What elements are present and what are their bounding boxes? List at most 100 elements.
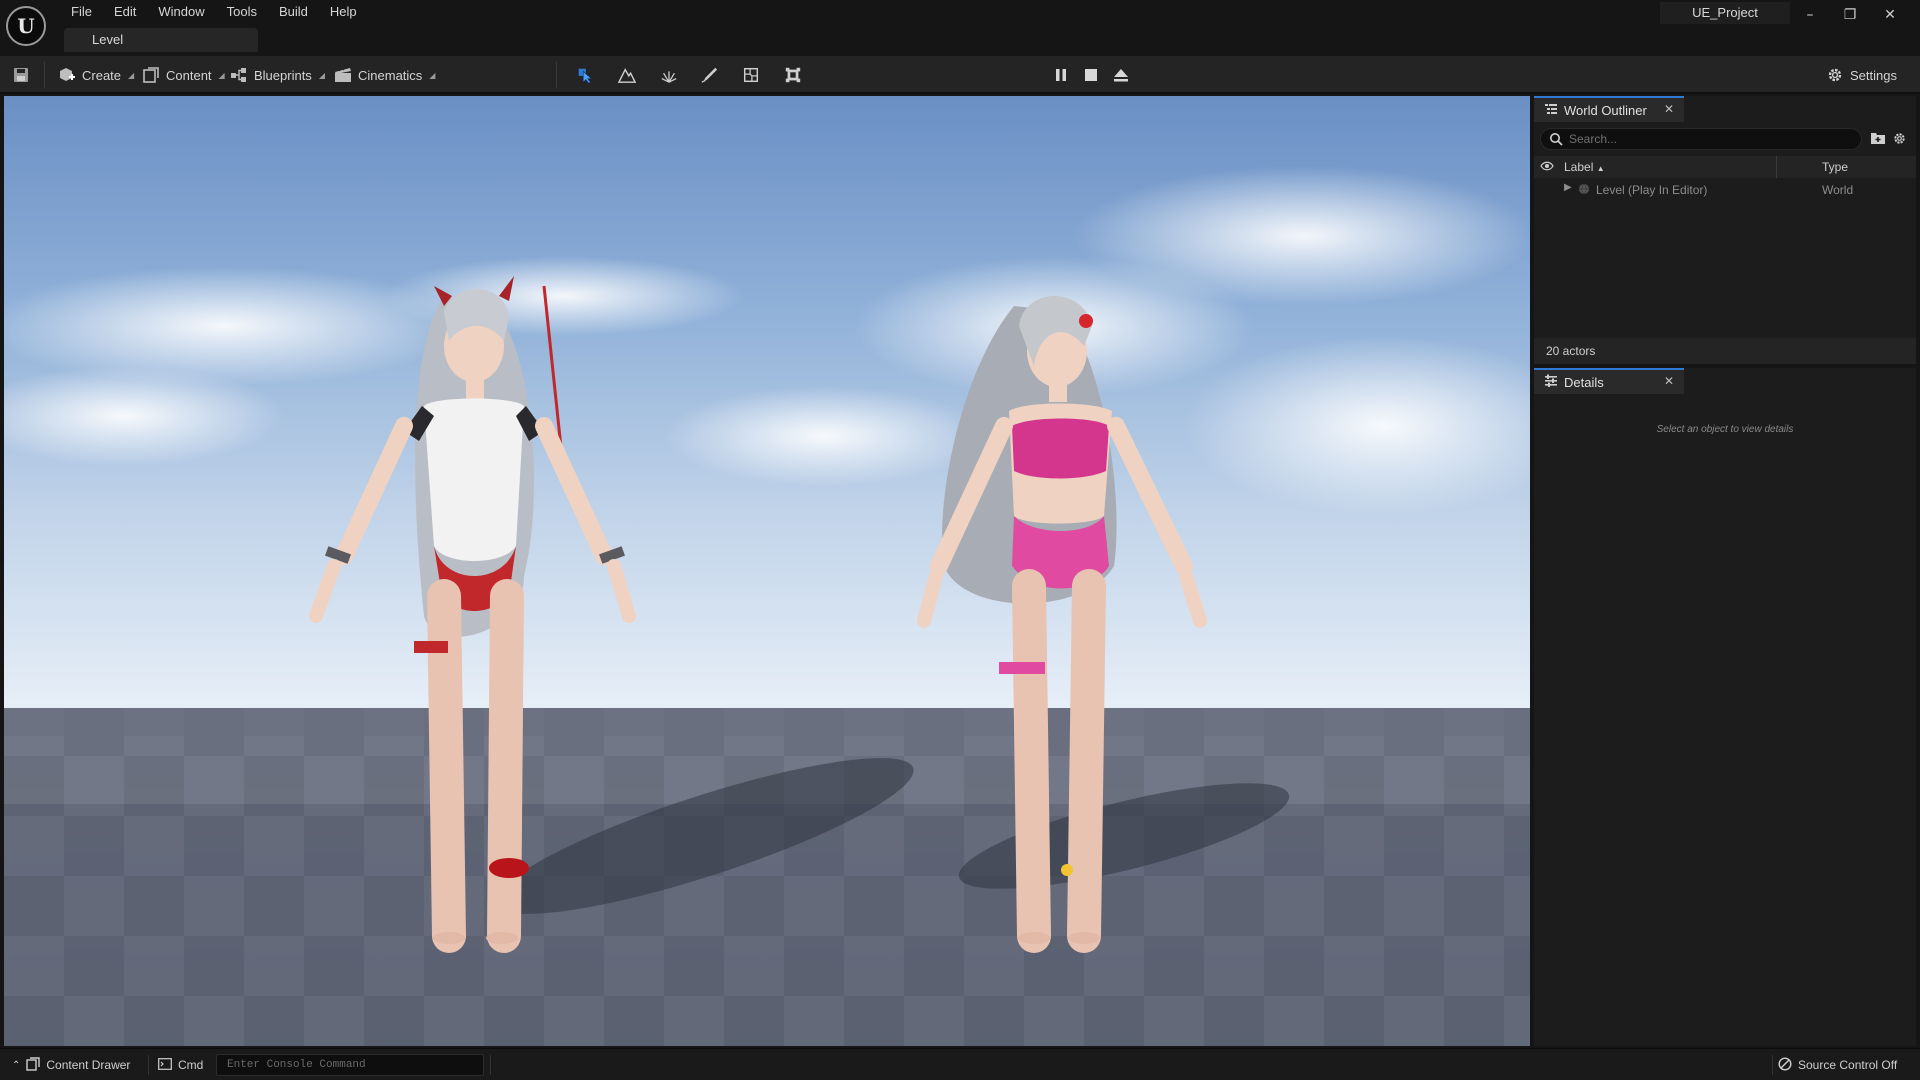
console-command-field[interactable] (216, 1054, 484, 1076)
modeling-mode-button[interactable] (784, 56, 802, 94)
chevron-down-icon: ◢ (218, 70, 225, 80)
gear-icon (1826, 66, 1844, 84)
gear-icon[interactable] (1892, 131, 1907, 151)
menu-bar: File Edit Window Tools Build Help (60, 3, 368, 21)
source-control-off-icon (1778, 1056, 1792, 1074)
outliner-icon (1544, 102, 1558, 119)
console-command-input[interactable] (217, 1055, 483, 1075)
chevron-down-icon: ◢ (429, 70, 436, 80)
menu-edit[interactable]: Edit (103, 3, 147, 21)
project-name: UE_Project (1660, 2, 1790, 24)
column-type[interactable]: Type (1822, 160, 1848, 174)
add-folder-icon[interactable] (1870, 131, 1886, 150)
status-separator (148, 1055, 149, 1075)
row-label: Level (Play In Editor) (1596, 183, 1708, 197)
checker-floor (4, 708, 1530, 1046)
source-control-button[interactable]: Source Control Off (1778, 1049, 1897, 1080)
menu-help[interactable]: Help (319, 3, 368, 21)
pause-button[interactable] (1052, 56, 1070, 94)
outliner-search-input[interactable] (1569, 131, 1849, 147)
mesh-paint-mode-button[interactable] (700, 56, 718, 94)
details-panel: Details ✕ Select an object to view detai… (1534, 368, 1916, 1046)
foliage-mode-button[interactable] (660, 56, 678, 94)
fracture-mode-button[interactable] (742, 56, 760, 94)
tab-details-label: Details (1564, 374, 1604, 390)
toolbar-separator (556, 62, 557, 88)
content-drawer-icon (26, 1056, 41, 1074)
unreal-logo-icon[interactable]: U (6, 6, 46, 46)
terminal-icon (158, 1057, 172, 1073)
cinematics-button[interactable]: Cinematics ◢ (334, 56, 435, 94)
level-viewport[interactable] (4, 96, 1530, 1046)
restore-button[interactable]: ❐ (1830, 4, 1870, 26)
title-bar: U File Edit Window Tools Build Help Leve… (0, 0, 1920, 56)
modeling-mode-icon (784, 66, 802, 84)
create-button[interactable]: Create ◢ (58, 56, 134, 94)
save-icon (12, 66, 30, 84)
content-button[interactable]: Content ◢ (142, 56, 225, 94)
eye-icon[interactable] (1540, 160, 1554, 175)
blueprints-label: Blueprints (254, 67, 312, 83)
close-icon[interactable]: ✕ (1664, 374, 1674, 388)
status-separator (1772, 1055, 1773, 1075)
level-tab[interactable]: Level (64, 28, 258, 52)
column-divider (1776, 156, 1777, 178)
clapperboard-icon (334, 66, 352, 84)
actor-count: 20 actors (1534, 338, 1916, 364)
clouds (4, 166, 1530, 516)
cinematics-label: Cinematics (358, 67, 423, 83)
menu-file[interactable]: File (60, 3, 103, 21)
table-row[interactable]: ▶ Level (Play In Editor) World (1534, 180, 1916, 200)
save-button[interactable] (12, 56, 30, 94)
outliner-search-box[interactable] (1540, 128, 1862, 150)
select-mode-button[interactable] (576, 56, 594, 94)
minimize-button[interactable]: – (1790, 4, 1830, 26)
outliner-search-row (1534, 126, 1916, 152)
unreal-editor-window: U File Edit Window Tools Build Help Leve… (0, 0, 1920, 1080)
eject-icon (1112, 66, 1130, 84)
settings-label: Settings (1850, 67, 1897, 83)
main-toolbar: Create ◢ Content ◢ Blueprints ◢ Cinematics ◢ (0, 56, 1920, 94)
menu-tools[interactable]: Tools (216, 3, 268, 21)
viewport-scene (4, 166, 1530, 1046)
menu-window[interactable]: Window (147, 3, 215, 21)
details-icon (1544, 374, 1558, 391)
chevron-down-icon: ◢ (318, 70, 325, 80)
column-label-text: Label (1564, 160, 1594, 174)
stop-icon (1082, 66, 1100, 84)
cmd-label: Cmd (178, 1058, 204, 1072)
content-drawer-button[interactable]: ⌃ Content Drawer (12, 1049, 130, 1080)
tab-world-outliner[interactable]: World Outliner ✕ (1534, 96, 1684, 122)
source-control-label: Source Control Off (1798, 1058, 1898, 1072)
outliner-column-header: Label ▲ Type (1534, 156, 1916, 178)
create-icon (58, 66, 76, 84)
select-mode-icon (576, 66, 594, 84)
status-separator (490, 1055, 491, 1075)
fracture-mode-icon (742, 66, 760, 84)
window-controls: – ❐ ✕ (1790, 4, 1910, 26)
blueprints-icon (230, 66, 248, 84)
column-label[interactable]: Label ▲ (1564, 160, 1605, 174)
eject-button[interactable] (1112, 56, 1130, 94)
content-label: Content (166, 67, 212, 83)
search-icon (1549, 132, 1563, 151)
foliage-mode-icon (660, 66, 678, 84)
landscape-mode-icon (618, 66, 636, 84)
close-icon[interactable]: ✕ (1664, 102, 1674, 116)
settings-button[interactable]: Settings (1826, 56, 1897, 94)
close-button[interactable]: ✕ (1870, 4, 1910, 26)
sort-ascending-icon: ▲ (1596, 164, 1605, 173)
create-label: Create (82, 67, 122, 83)
details-empty-hint: Select an object to view details (1656, 424, 1794, 435)
menu-build[interactable]: Build (268, 3, 319, 21)
tab-details[interactable]: Details ✕ (1534, 368, 1684, 394)
chevron-down-icon: ◢ (128, 70, 135, 80)
stop-button[interactable] (1082, 56, 1100, 94)
chevron-right-icon[interactable]: ▶ (1564, 182, 1572, 193)
status-bar: ⌃ Content Drawer Cmd Source Control Off (0, 1048, 1920, 1080)
blueprints-button[interactable]: Blueprints ◢ (230, 56, 325, 94)
landscape-mode-button[interactable] (618, 56, 636, 94)
toolbar-separator (44, 62, 45, 88)
cmd-button[interactable]: Cmd (158, 1049, 203, 1080)
pause-icon (1052, 66, 1070, 84)
